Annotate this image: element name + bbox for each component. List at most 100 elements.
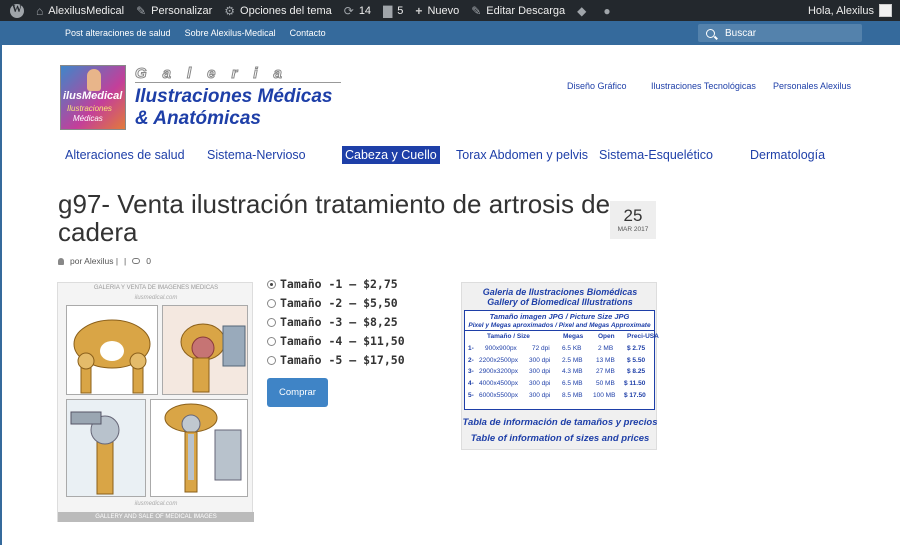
buy-button[interactable]: Comprar (267, 378, 328, 407)
admin-comments-link[interactable]: ▇ 5 (377, 0, 409, 21)
plus-icon: + (415, 3, 423, 18)
table-row: 2- 2200x2500px 300 dpi 2.5 MB 13 MB $ 5.… (465, 355, 654, 367)
hip-prosthesis-illustration (151, 400, 247, 496)
brush-icon: ✎ (136, 3, 147, 18)
image-caption-bottom: GALLERY AND SALE OF MEDICAL IMAGES (58, 512, 254, 522)
illustration-panel-hip-overview (66, 305, 158, 395)
search-input[interactable]: Buscar (698, 24, 862, 42)
admin-account[interactable]: Hola, Alexilus (808, 0, 900, 21)
row-megas: 8.5 MB (562, 391, 583, 399)
illustration-panel-arthritic-joint (162, 305, 248, 395)
header-link-tecnologicas[interactable]: Ilustraciones Tecnológicas (651, 81, 756, 91)
category-alteraciones[interactable]: Alteraciones de salud (62, 146, 188, 164)
row-dpi: 72 dpi (532, 344, 550, 352)
seo-status-icon: ● (603, 3, 611, 18)
topnav-link-sobre[interactable]: Sobre Alexilus-Medical (185, 28, 276, 38)
illustration-panel-stem-implant (150, 399, 248, 497)
radio-button[interactable] (267, 298, 276, 308)
row-megas: 2.5 MB (562, 356, 583, 364)
admin-customize-label: Personalizar (151, 4, 213, 17)
category-torax[interactable]: Torax Abdomen y pelvis (453, 146, 591, 164)
radio-button[interactable] (267, 355, 276, 365)
admin-new-label: Nuevo (427, 4, 460, 17)
price-table-header-row: Tamaño / Size Megas Open Preci-USA (465, 331, 659, 343)
logo-divider (135, 82, 341, 83)
price-table-box: Tamaño imagen JPG / Picture Size JPG Pix… (464, 310, 659, 410)
admin-greeting: Hola, Alexilus (807, 4, 874, 17)
row-open: 2 MB (598, 344, 614, 352)
pelvis-illustration (73, 319, 151, 394)
page-title: g97- Venta ilustración tratamiento de ar… (58, 189, 611, 247)
row-index: 5- (468, 391, 474, 399)
admin-new-link[interactable]: + Nuevo (409, 0, 465, 21)
size-option-5[interactable]: Tamaño -5 – $17,50 (267, 353, 405, 367)
size-option-2[interactable]: Tamaño -2 – $5,50 (267, 296, 398, 310)
wordpress-menu[interactable] (0, 0, 30, 21)
admin-updates-link[interactable]: ⟳ 14 (338, 0, 377, 21)
top-navigation: Post alteraciones de salud Sobre Alexilu… (0, 21, 900, 45)
size-option-1[interactable]: Tamaño -1 – $2,75 (267, 277, 398, 291)
row-open: 50 MB (596, 380, 615, 388)
row-megas: 4.3 MB (562, 368, 583, 376)
pencil-icon: ✎ (471, 3, 482, 18)
image-caption-bottom-url: ilusmedical.com (134, 501, 178, 507)
shield-icon: ◆ (577, 3, 587, 18)
comment-icon: ▇ (383, 3, 393, 18)
refresh-icon: ⟳ (343, 3, 354, 18)
price-table-title: Tamaño imagen JPG / Picture Size JPG Pix… (465, 311, 654, 331)
row-size: 2200x2500px (479, 356, 519, 364)
arthritic-joint-illustration (163, 306, 247, 394)
size-option-2-label: Tamaño -2 – $5,50 (280, 296, 398, 310)
topnav-link-post-alteraciones[interactable]: Post alteraciones de salud (65, 28, 171, 38)
post-author[interactable]: por Alexilus | (70, 256, 118, 266)
topnav-link-contacto[interactable]: Contacto (290, 28, 326, 38)
author-icon (58, 257, 64, 265)
product-image[interactable]: GALERIA Y VENTA DE IMAGENES MEDICAS ilus… (57, 282, 254, 522)
comments-count[interactable]: 0 (146, 256, 151, 266)
logo-galeria-text: Galeria (135, 65, 298, 83)
row-price: $ 5.50 (627, 356, 646, 364)
col-price: Preci-USA (627, 333, 659, 340)
row-dpi: 300 dpi (529, 368, 551, 376)
price-table-heading-es: Galeria de Ilustraciones Biomédicas (482, 287, 638, 297)
size-option-4[interactable]: Tamaño -4 – $11,50 (267, 334, 405, 348)
meta-separator: | (124, 256, 127, 266)
table-row: 4- 4000x4500px 300 dpi 6.5 MB 50 MB $ 11… (465, 378, 654, 390)
post-date-month: MAR 2017 (617, 226, 649, 233)
admin-seo-link[interactable]: ● (597, 0, 621, 21)
site-logo-image[interactable]: ilusMedical Ilustraciones Médicas (60, 65, 126, 130)
gear-icon: ⚙ (224, 3, 236, 18)
post-date: 25 MAR 2017 (610, 201, 656, 239)
row-price: $ 2.75 (627, 344, 646, 352)
category-dermatologia[interactable]: Dermatología (747, 146, 828, 164)
admin-edit-label: Editar Descarga (486, 4, 566, 17)
admin-theme-options-link[interactable]: ⚙ Opciones del tema (218, 0, 337, 21)
admin-site-link[interactable]: ⌂ AlexilusMedical (30, 0, 130, 21)
header-link-personales[interactable]: Personales Alexilus (773, 81, 851, 91)
admin-shield-link[interactable]: ◆ (571, 0, 597, 21)
price-table-title-text: Tamaño imagen JPG / Picture Size JPG (489, 312, 630, 321)
radio-button[interactable] (267, 317, 276, 327)
admin-edit-link[interactable]: ✎ Editar Descarga (465, 0, 571, 21)
search-icon (706, 28, 715, 38)
row-megas: 6.5 MB (562, 380, 583, 388)
image-caption-top-url: ilusmedical.com (134, 295, 178, 301)
category-cabeza-cuello[interactable]: Cabeza y Cuello (342, 146, 440, 164)
admin-comments-count: 5 (397, 4, 404, 17)
size-option-4-label: Tamaño -4 – $11,50 (280, 334, 405, 348)
size-option-3[interactable]: Tamaño -3 – $8,25 (267, 315, 398, 329)
admin-site-label: AlexilusMedical (48, 4, 125, 17)
admin-theme-options-label: Opciones del tema (240, 4, 332, 17)
row-size: 900x900px (485, 344, 517, 352)
header-link-diseno[interactable]: Diseño Gráfico (567, 81, 627, 91)
admin-customize-link[interactable]: ✎ Personalizar (130, 0, 218, 21)
radio-button[interactable] (267, 336, 276, 346)
site-title-line1[interactable]: Ilustraciones Médicas (135, 86, 332, 108)
home-icon: ⌂ (36, 3, 44, 18)
category-nervioso[interactable]: Sistema-Nervioso (204, 146, 309, 164)
row-megas: 6.5 KB (562, 344, 582, 352)
site-title-line2[interactable]: & Anatómicas (135, 108, 261, 130)
price-table-subtitle: Pixel y Megas aproximados / Pixel and Me… (468, 322, 651, 329)
radio-button-selected[interactable] (267, 279, 276, 289)
category-esqueletico[interactable]: Sistema-Esquelético (596, 146, 716, 164)
